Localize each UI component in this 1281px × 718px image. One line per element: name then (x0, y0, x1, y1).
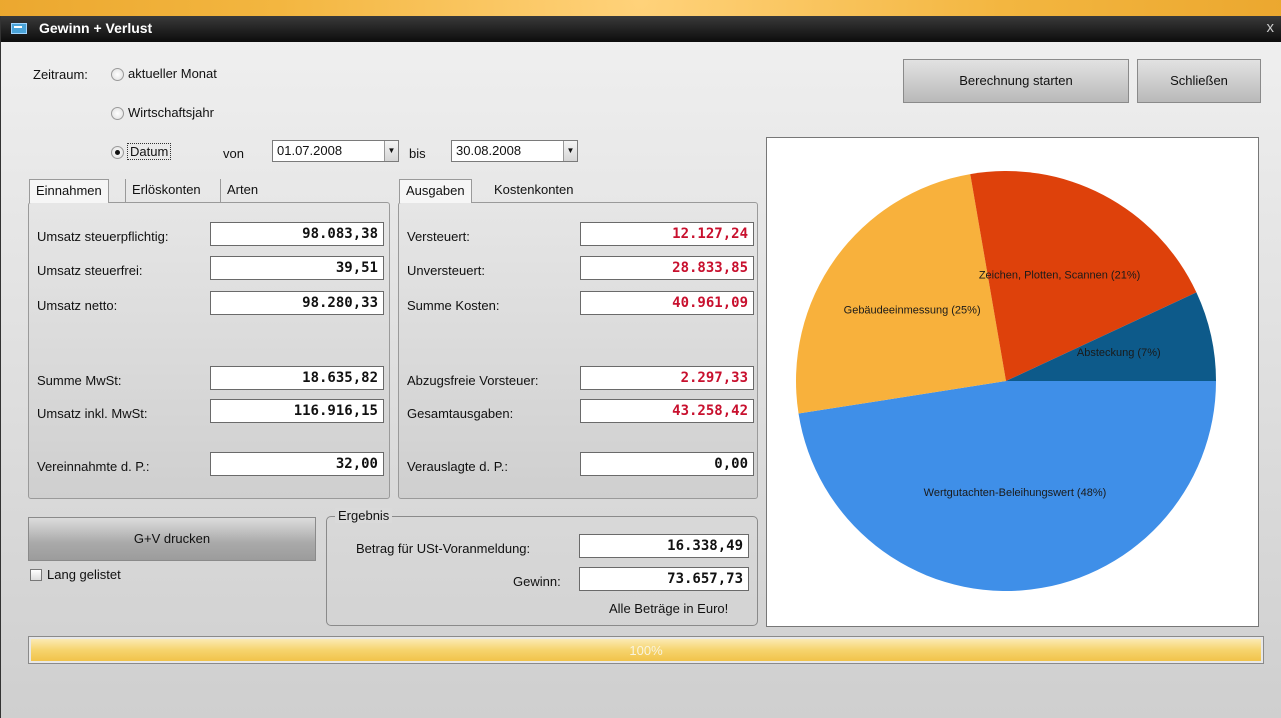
to-date-picker[interactable]: 30.08.2008 ▼ (451, 140, 578, 162)
profit-field[interactable]: 73.657,73 (579, 567, 749, 591)
close-button[interactable]: Schließen (1137, 59, 1261, 103)
app-icon (11, 23, 27, 34)
from-date-value: 01.07.2008 (277, 143, 343, 158)
title-bar: Gewinn + Verlust x (1, 16, 1281, 42)
pie-chart-panel: Wertgutachten-Beleihungswert (48%) Gebäud… (766, 137, 1259, 627)
vat-field[interactable]: 16.338,49 (579, 534, 749, 558)
income-label-gross: Umsatz inkl. MwSt: (37, 406, 148, 421)
progress-bar: 100% (28, 636, 1264, 664)
radio-fiscal-year[interactable] (111, 107, 124, 120)
income-label-taxfree: Umsatz steuerfrei: (37, 263, 143, 278)
income-label-net: Umsatz netto: (37, 298, 118, 313)
chevron-down-icon[interactable]: ▼ (384, 141, 398, 161)
print-gv-button[interactable]: G+V drucken (28, 517, 316, 561)
result-legend: Ergebnis (335, 508, 393, 523)
expense-field-total[interactable]: 43.258,42 (580, 399, 754, 423)
pie-chart: Wertgutachten-Beleihungswert (48%) Gebäud… (796, 171, 1216, 592)
expense-label-disbursed: Verauslagte d. P.: (407, 459, 508, 474)
income-label-taxable: Umsatz steuerpflichtig: (37, 229, 169, 244)
expense-label-cost-sum: Summe Kosten: (407, 298, 500, 313)
income-field-vat-sum[interactable]: 18.635,82 (210, 366, 384, 390)
radio-date[interactable] (111, 146, 124, 159)
tab-kostenkonten[interactable]: Kostenkonten (488, 179, 580, 203)
expense-label-untaxed: Unversteuert: (407, 263, 486, 278)
radio-current-month-label[interactable]: aktueller Monat (128, 66, 217, 81)
income-field-taxfree[interactable]: 39,51 (210, 256, 384, 280)
expense-label-input-tax: Abzugsfreie Vorsteuer: (407, 373, 539, 388)
pie-slice-label: Wertgutachten-Beleihungswert (48%) (924, 487, 1107, 499)
expense-field-cost-sum[interactable]: 40.961,09 (580, 291, 754, 315)
pie-slice-label: Zeichen, Plotten, Scannen (21%) (979, 270, 1140, 282)
to-label: bis (409, 146, 426, 161)
income-field-net[interactable]: 98.280,33 (210, 291, 384, 315)
result-groupbox: Ergebnis Betrag für USt-Voranmeldung: 16… (326, 508, 758, 626)
expense-field-disbursed[interactable]: 0,00 (580, 452, 754, 476)
from-date-picker[interactable]: 01.07.2008 ▼ (272, 140, 399, 162)
progress-label: 100% (629, 643, 663, 658)
radio-fiscal-year-label[interactable]: Wirtschaftsjahr (128, 105, 214, 120)
expense-label-taxed: Versteuert: (407, 229, 470, 244)
expenses-panel: Versteuert: 12.127,24 Unversteuert: 28.8… (398, 202, 758, 499)
profit-label: Gewinn: (513, 574, 561, 589)
income-label-collected: Vereinnahmte d. P.: (37, 459, 150, 474)
start-calculation-button[interactable]: Berechnung starten (903, 59, 1129, 103)
pie-slice-label: Absteckung (7%) (1077, 347, 1161, 359)
expense-label-total: Gesamtausgaben: (407, 406, 514, 421)
income-panel: Umsatz steuerpflichtig: 98.083,38 Umsatz… (28, 202, 390, 499)
long-list-checkbox[interactable] (30, 569, 42, 581)
radio-date-label[interactable]: Datum (127, 143, 172, 160)
expense-field-taxed[interactable]: 12.127,24 (580, 222, 754, 246)
income-field-gross[interactable]: 116.916,15 (210, 399, 384, 423)
to-date-value: 30.08.2008 (456, 143, 522, 158)
vat-label: Betrag für USt-Voranmeldung: (356, 541, 531, 556)
tab-erloeskonten[interactable]: Erlöskonten (125, 179, 207, 203)
from-label: von (223, 146, 244, 161)
tab-ausgaben[interactable]: Ausgaben (399, 179, 472, 203)
pie-slice (796, 174, 1006, 414)
period-label: Zeitraum: (33, 67, 88, 82)
tab-arten[interactable]: Arten (220, 179, 264, 203)
income-field-taxable[interactable]: 98.083,38 (210, 222, 384, 246)
close-icon[interactable]: x (1267, 19, 1275, 36)
gewinn-verlust-window: Gewinn + Verlust x Zeitraum: aktueller M… (0, 16, 1281, 718)
income-field-collected[interactable]: 32,00 (210, 452, 384, 476)
chevron-down-icon[interactable]: ▼ (563, 141, 577, 161)
radio-current-month[interactable] (111, 68, 124, 81)
expense-field-input-tax[interactable]: 2.297,33 (580, 366, 754, 390)
window-title: Gewinn + Verlust (39, 20, 153, 36)
expense-field-untaxed[interactable]: 28.833,85 (580, 256, 754, 280)
pie-slice (798, 381, 1216, 592)
income-label-vat-sum: Summe MwSt: (37, 373, 122, 388)
pie-slice-label: Gebäudeeinmessung (25%) (844, 305, 981, 317)
long-list-label[interactable]: Lang gelistet (47, 567, 121, 582)
tab-einnahmen[interactable]: Einnahmen (29, 179, 109, 203)
currency-note: Alle Beträge in Euro! (609, 601, 729, 616)
